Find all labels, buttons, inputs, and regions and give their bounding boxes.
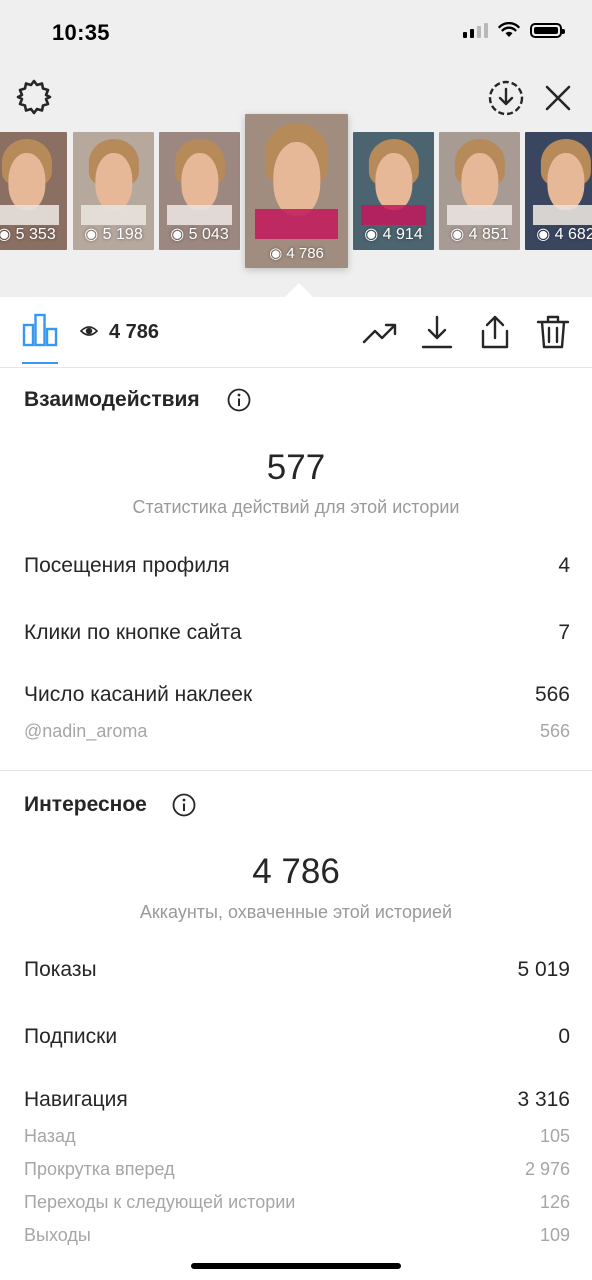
thumbnail-views: ◉ 4 914: [364, 226, 423, 243]
thumbnail-caption: [0, 205, 59, 226]
discovery-title: Интересное: [24, 793, 147, 816]
thumbnail-face: [94, 153, 133, 210]
story-thumbnail[interactable]: ◉ 4 682: [525, 132, 592, 250]
thumbnail-caption: [361, 205, 426, 226]
website-clicks-label: Клики по кнопке сайта: [24, 621, 242, 644]
status-time: 10:35: [52, 20, 110, 45]
story-thumbnail[interactable]: ◉ 5 353: [0, 132, 67, 250]
interactions-total: 577: [266, 448, 326, 487]
profile-visits-value: 4: [558, 554, 570, 577]
follows-label: Подписки: [24, 1025, 118, 1048]
discovery-subtitle: Аккаунты, охваченные этой историей: [139, 902, 453, 922]
next-story-value: 126: [539, 1192, 570, 1212]
thumbnail-face: [7, 153, 46, 210]
sticker-mention-value: 566: [539, 721, 570, 741]
settings-button[interactable]: [15, 78, 53, 116]
bar-chart-icon: [22, 313, 58, 347]
insights-tab[interactable]: [22, 311, 58, 347]
thumbnail-views: ◉ 5 043: [170, 226, 229, 243]
save-story-button[interactable]: [487, 79, 525, 117]
info-icon[interactable]: [227, 388, 251, 412]
home-indicator[interactable]: [191, 1263, 401, 1269]
status-icons: [463, 22, 565, 38]
story-header: 10:35 ◉ 5 353 ◉ 5 198 ◉ 5 043 ◉ 4 786 ◉ …: [0, 0, 592, 298]
interactions-title: Взаимодействия: [24, 388, 200, 411]
battery-icon: [530, 22, 565, 38]
forward-label: Прокрутка вперед: [24, 1159, 175, 1179]
impressions-value: 5 019: [517, 958, 570, 981]
exits-label: Выходы: [24, 1225, 91, 1245]
thumbnail-views: ◉ 5 353: [0, 226, 56, 243]
views-count: 4 786: [109, 321, 160, 343]
download-circle-icon: [488, 80, 524, 116]
share-icon[interactable]: [477, 314, 513, 350]
thumbnail-face: [180, 153, 219, 210]
wifi-icon: [498, 22, 520, 37]
story-thumbnail[interactable]: ◉ 4 914: [353, 132, 434, 250]
sticker-taps-value: 566: [534, 683, 570, 706]
navigation-value: 3 316: [517, 1088, 570, 1111]
download-icon[interactable]: [419, 314, 455, 350]
story-thumbnail[interactable]: ◉ 5 198: [73, 132, 154, 250]
navigation-label: Навигация: [24, 1088, 128, 1111]
back-label: Назад: [24, 1126, 76, 1146]
story-thumbnail[interactable]: ◉ 4 851: [439, 132, 520, 250]
trash-icon[interactable]: [535, 314, 571, 350]
thumbnail-face: [374, 153, 413, 210]
next-story-label: Переходы к следующей истории: [24, 1192, 296, 1212]
thumbnail-face: [460, 153, 499, 210]
active-tab-indicator: [22, 362, 58, 364]
eye-icon: [80, 326, 98, 336]
impressions-label: Показы: [24, 958, 97, 981]
story-thumbnail-active[interactable]: ◉ 4 786: [245, 114, 348, 268]
thumbnail-caption: [533, 205, 592, 226]
sticker-taps-label: Число касаний наклеек: [24, 683, 253, 706]
thumbnail-caption: [447, 205, 512, 226]
thumbnail-views: ◉ 4 682: [536, 226, 592, 243]
thumbnail-views: ◉ 5 198: [84, 226, 143, 243]
thumbnail-views: ◉ 4 786: [269, 245, 324, 262]
thumbnail-caption: [167, 205, 232, 226]
info-icon[interactable]: [172, 793, 196, 817]
thumbnail-caption: [81, 205, 146, 226]
thumbnail-caption: [255, 209, 338, 240]
story-thumbnails: ◉ 5 353 ◉ 5 198 ◉ 5 043 ◉ 4 786 ◉ 4 914 …: [0, 114, 592, 268]
section-divider: [0, 770, 592, 771]
close-button[interactable]: [542, 82, 574, 114]
thumbnail-views: ◉ 4 851: [450, 226, 509, 243]
insights-toolbar: 4 786: [0, 297, 592, 368]
exits-value: 109: [539, 1225, 570, 1245]
close-icon: [545, 85, 571, 111]
follows-value: 0: [558, 1025, 570, 1048]
gear-icon: [16, 79, 52, 115]
discovery-total: 4 786: [252, 852, 340, 891]
profile-visits-label: Посещения профиля: [24, 554, 230, 577]
story-thumbnail[interactable]: ◉ 5 043: [159, 132, 240, 250]
interactions-subtitle: Статистика действий для этой истории: [132, 497, 460, 517]
website-clicks-value: 7: [558, 621, 570, 644]
back-value: 105: [539, 1126, 570, 1146]
forward-value: 2 976: [524, 1159, 570, 1179]
trend-icon[interactable]: [362, 314, 398, 350]
thumbnail-face: [546, 153, 585, 210]
selected-pointer: [284, 283, 314, 298]
thumbnail-face: [272, 141, 321, 216]
signal-icon: [463, 22, 488, 38]
sticker-mention-label: @nadin_aroma: [24, 721, 148, 741]
